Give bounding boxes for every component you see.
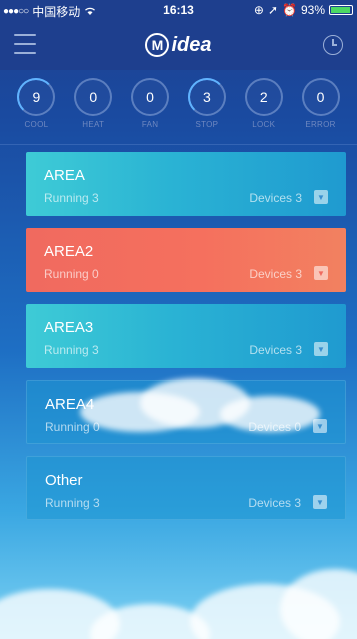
status-right: ⊕ ➚ ⏰ 93% [254,3,353,17]
midea-logo: M idea [0,33,357,57]
expand-chevron-icon[interactable]: ▼ [314,266,328,280]
area-card[interactable]: AREA Running 3 Devices 3 ▼ [26,152,346,216]
devices-count: Devices 3 [249,191,302,205]
area-name: AREA2 [44,243,94,260]
expand-chevron-icon[interactable]: ▼ [314,342,328,356]
stat-error[interactable]: 0 ERROR [295,78,347,138]
devices-count: Devices 3 [249,343,302,357]
stat-count: 0 [301,78,340,116]
schedule-clock-button[interactable] [323,35,343,55]
stat-count: 9 [17,78,56,116]
running-count: Running 0 [44,267,99,281]
battery-percent: 93% [300,3,325,17]
stat-lock[interactable]: 2 LOCK [238,78,290,138]
divider [0,144,357,145]
area-card[interactable]: AREA2 Running 0 Devices 3 ▼ [26,228,346,292]
area-name: Other [45,472,83,489]
logo-mark: M [145,33,170,57]
stat-stop[interactable]: 3 STOP [181,78,233,138]
status-summary: 9 COOL 0 HEAT 0 FAN 3 STOP 2 LOCK 0 ERROR [0,78,357,138]
devices-count: Devices 3 [248,496,301,510]
expand-chevron-icon[interactable]: ▼ [313,495,327,509]
area-list: AREA Running 3 Devices 3 ▼ AREA2 Running 0 Dev… [26,152,346,532]
stat-fan[interactable]: 0 FAN [124,78,176,138]
stat-count: 3 [187,78,226,116]
cloud-decoration [220,396,320,432]
status-bar: ●●●○○ 中国移动 16:13 ⊕ ➚ ⏰ 93% [0,0,357,20]
area-name: AREA [44,167,85,184]
stat-label: HEAT [82,120,105,129]
stat-count: 2 [244,78,283,116]
stat-label: ERROR [305,120,336,129]
running-count: Running 3 [44,191,99,205]
area-card[interactable]: Other Running 3 Devices 3 ▼ [26,456,346,520]
bottom-clouds [0,549,357,639]
stat-count: 0 [131,78,170,116]
battery-icon [329,5,353,15]
location-icon: ➚ [267,3,279,17]
alarm-icon: ⏰ [282,3,297,17]
lock-rotation-icon: ⊕ [253,3,264,17]
logo-text: idea [171,33,212,56]
area-card[interactable]: AREA3 Running 3 Devices 3 ▼ [26,304,346,368]
stat-label: COOL [24,120,49,129]
running-count: Running 3 [45,496,100,510]
expand-chevron-icon[interactable]: ▼ [314,190,328,204]
area-name: AREA3 [44,319,94,336]
stat-cool[interactable]: 9 COOL [10,78,62,138]
nav-bar: M idea [0,20,357,70]
stat-label: FAN [141,120,159,129]
stat-heat[interactable]: 0 HEAT [67,78,119,138]
running-count: Running 3 [44,343,99,357]
stat-label: STOP [195,120,219,129]
stat-count: 0 [74,78,113,116]
devices-count: Devices 3 [249,267,302,281]
stat-label: LOCK [252,120,276,129]
